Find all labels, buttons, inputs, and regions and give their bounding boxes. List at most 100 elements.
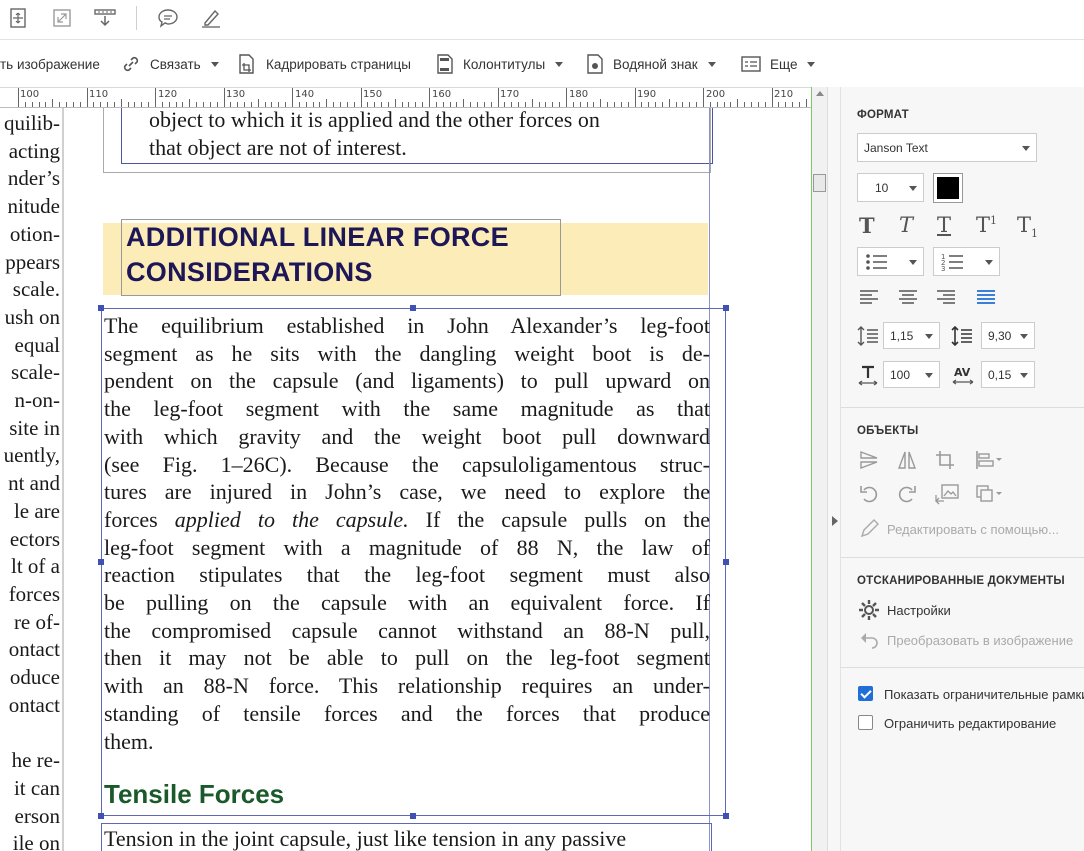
crop-pages-button[interactable]: Кадрировать страницы: [236, 51, 411, 77]
subscript-icon[interactable]: T1: [1017, 213, 1038, 240]
align-justify-icon[interactable]: [976, 289, 996, 305]
align-objects-icon[interactable]: [974, 449, 1004, 471]
ruler-tick: [572, 102, 574, 107]
paragraph-spacing-icon: [951, 325, 973, 347]
character-spacing-select[interactable]: 0,15: [981, 361, 1035, 388]
comment-icon[interactable]: [154, 4, 182, 32]
ruler-label: 130: [226, 89, 246, 100]
ruler-tick: [435, 102, 437, 107]
paragraph-spacing-select[interactable]: 9,30: [981, 322, 1035, 349]
subsection-heading: Tensile Forces: [104, 779, 285, 809]
rotate-right-icon[interactable]: [896, 483, 918, 505]
ruler-tick: [771, 88, 773, 107]
left-column-line: equal: [14, 332, 60, 357]
link-button[interactable]: Связать: [120, 51, 219, 77]
section-heading-line: CONSIDERATIONS: [126, 257, 373, 287]
bullet-list-select[interactable]: [857, 247, 924, 276]
align-right-icon[interactable]: [936, 289, 956, 305]
document-page[interactable]: quilib-acting nder’s nitude otion-ppears sca…: [0, 108, 811, 851]
restrict-editing-checkbox[interactable]: [858, 715, 873, 730]
horizontal-scale-select[interactable]: 100: [883, 361, 940, 388]
horizontal-ruler: 100 110 120 130 140 150 160 170 180 190 …: [0, 87, 827, 108]
align-center-icon[interactable]: [898, 289, 918, 305]
full-screen-icon[interactable]: [48, 4, 76, 32]
horizontal-scale-icon: [857, 364, 879, 386]
page-edge: [62, 108, 64, 851]
left-column-line: scale-: [11, 360, 60, 385]
show-bounding-boxes-checkbox[interactable]: [858, 686, 873, 701]
resize-handle[interactable]: [723, 305, 729, 311]
ruler-tick: [511, 102, 513, 107]
ruler-tick: [360, 88, 362, 107]
arrange-objects-icon[interactable]: [974, 483, 1004, 505]
scrollbar-thumb[interactable]: [813, 174, 826, 192]
collapse-panel-arrow-icon[interactable]: [832, 516, 838, 526]
watermark-button[interactable]: Водяной знак: [585, 51, 716, 77]
edit-with-button[interactable]: Редактировать с помощью...: [887, 522, 1059, 537]
resize-handle[interactable]: [723, 813, 729, 819]
ruler-tick: [593, 102, 595, 107]
italic-icon[interactable]: T: [899, 213, 913, 237]
flip-vertical-icon[interactable]: [858, 449, 880, 471]
resize-handle[interactable]: [98, 813, 104, 819]
numbered-list-select[interactable]: 123: [933, 247, 1000, 276]
ruler-tick: [415, 102, 417, 107]
ruler-tick: [497, 88, 499, 107]
body-line: segment as he sits with the dangling wei…: [104, 340, 710, 366]
ruler-tick: [531, 99, 533, 107]
vertical-scrollbar[interactable]: [811, 87, 827, 851]
header-footer-button[interactable]: Колонтитулы: [435, 51, 564, 77]
ruler-tick: [490, 102, 492, 107]
line-spacing-select[interactable]: 1,15: [883, 322, 940, 349]
underline-icon[interactable]: T: [937, 213, 951, 237]
link-icon: [123, 56, 139, 72]
panel-divider: [841, 667, 1084, 668]
more-button[interactable]: Еще: [740, 51, 816, 77]
ruler-tick: [538, 102, 540, 107]
resize-handle[interactable]: [410, 305, 416, 311]
scroll-mode-icon[interactable]: [91, 4, 119, 32]
ruler-tick: [216, 102, 218, 107]
ruler-tick: [737, 99, 739, 107]
body-line: forces applied to the capsule. If the ca…: [104, 506, 710, 534]
add-image-button[interactable]: ть изображение: [0, 51, 100, 77]
ruler-tick: [271, 102, 273, 107]
convert-to-image-button[interactable]: Преобразовать в изображение: [887, 633, 1073, 648]
rotate-left-icon[interactable]: [858, 483, 880, 505]
ruler-tick: [504, 102, 506, 107]
ruler-tick: [401, 102, 403, 107]
font-size-select[interactable]: 10: [857, 173, 924, 202]
scroll-up-arrow-icon[interactable]: [816, 91, 824, 96]
bold-icon[interactable]: T: [859, 213, 875, 238]
crop-icon[interactable]: [934, 449, 956, 471]
ruler-tick: [408, 102, 410, 107]
ruler-tick: [703, 88, 704, 107]
svg-text:3: 3: [941, 265, 945, 272]
header-footer-label: Колонтитулы: [463, 56, 546, 72]
resize-handle[interactable]: [723, 559, 729, 565]
left-column-line: otion-: [9, 221, 60, 246]
resize-handle[interactable]: [410, 813, 416, 819]
align-left-icon[interactable]: [859, 289, 879, 305]
body-line: be pulling on the capsule with an equiva…: [104, 590, 710, 615]
superscript-icon[interactable]: T1: [976, 213, 997, 237]
pencil-icon: [858, 518, 880, 540]
flip-horizontal-icon[interactable]: [896, 449, 918, 471]
settings-button[interactable]: Настройки: [887, 603, 951, 618]
header-footer-icon: [437, 54, 453, 74]
ruler-label: 160: [432, 89, 452, 100]
ruler-tick: [93, 102, 95, 107]
font-family-select[interactable]: Janson Text: [857, 133, 1037, 162]
replace-image-icon[interactable]: [934, 483, 960, 505]
text-color-swatch[interactable]: [933, 173, 963, 203]
fit-page-icon[interactable]: [4, 4, 32, 32]
ruler-tick: [107, 102, 109, 107]
resize-handle[interactable]: [98, 305, 104, 311]
ruler-tick: [607, 102, 609, 107]
top-box-line: object to which it is applied and the ot…: [149, 108, 600, 132]
ruler-tick: [785, 102, 787, 107]
ruler-tick: [709, 102, 711, 107]
font-family-value: Janson Text: [864, 140, 928, 155]
panel-collapse-strip[interactable]: [827, 87, 840, 851]
highlighter-icon[interactable]: [197, 4, 225, 32]
